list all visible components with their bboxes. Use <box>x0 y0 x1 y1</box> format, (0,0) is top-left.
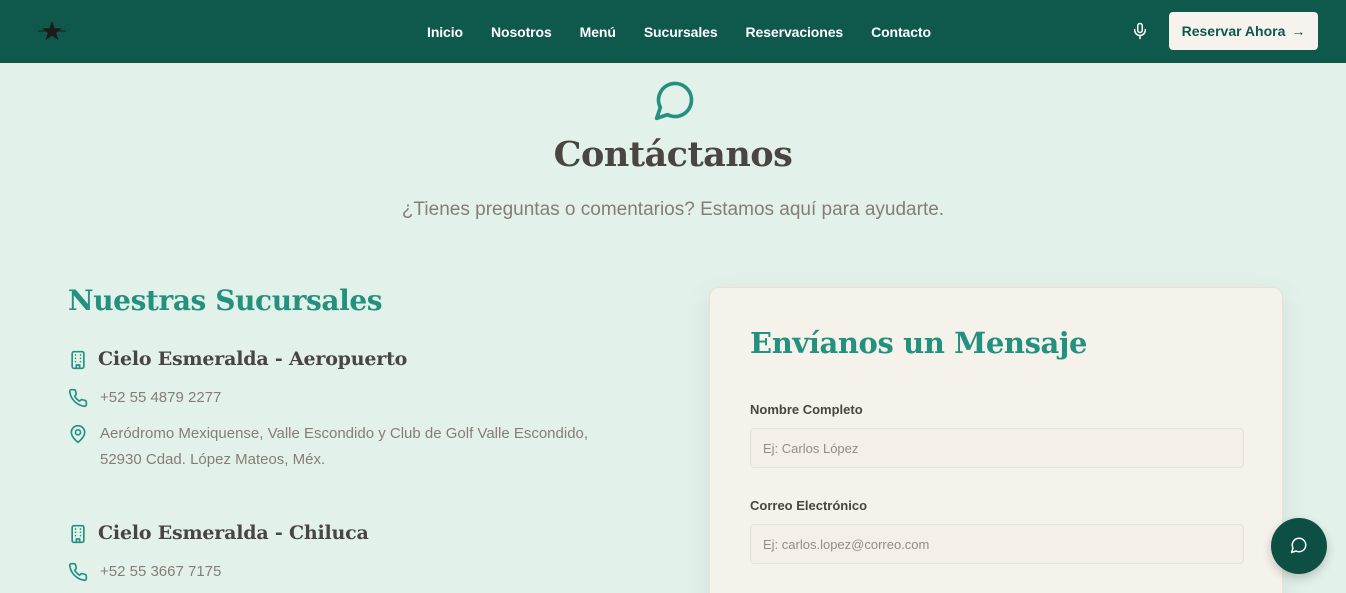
form-title: Envíanos un Mensaje <box>750 326 1088 360</box>
branch-address-line: 52930 Cdad. López Mateos, Méx. <box>100 451 326 468</box>
arrow-right-icon: → <box>1291 23 1306 39</box>
chat-icon <box>1290 536 1308 557</box>
page-subtitle: ¿Tienes preguntas o comentarios? Estamos… <box>401 199 945 220</box>
microphone-icon[interactable] <box>1131 22 1149 40</box>
building-icon <box>68 350 88 370</box>
map-pin-icon <box>68 424 88 444</box>
branch-address: Aeródromo Mexiquense, Valle Escondido y … <box>100 421 588 473</box>
reservar-ahora-label: Reservar Ahora <box>1181 23 1286 39</box>
branch-name: Cielo Esmeralda - Chiluca <box>98 522 369 544</box>
phone-icon <box>68 388 88 408</box>
branch-phone[interactable]: +52 55 3667 7175 <box>100 559 221 585</box>
name-field-label: Nombre Completo <box>750 402 863 417</box>
branch-name: Cielo Esmeralda - Aeropuerto <box>98 348 408 370</box>
email-field[interactable] <box>750 524 1244 564</box>
nav-link-sucursales[interactable]: Sucursales <box>644 24 718 40</box>
nav-link-inicio[interactable]: Inicio <box>427 24 463 40</box>
chat-button[interactable] <box>1271 518 1327 574</box>
chat-bubble-icon <box>653 78 697 122</box>
phone-icon <box>68 562 88 582</box>
branches-title: Nuestras Sucursales <box>68 284 383 317</box>
nav-link-contacto[interactable]: Contacto <box>871 24 931 40</box>
reservar-ahora-button[interactable]: Reservar Ahora → <box>1169 12 1318 50</box>
name-field[interactable] <box>750 428 1244 468</box>
page-title: Contáctanos <box>553 134 793 175</box>
star-logo-icon[interactable] <box>36 18 68 44</box>
nav-link-nosotros[interactable]: Nosotros <box>491 24 552 40</box>
nav-link-reservaciones[interactable]: Reservaciones <box>746 24 844 40</box>
building-icon <box>68 524 88 544</box>
contact-form-card: Envíanos un Mensaje Nombre Completo Corr… <box>709 287 1283 593</box>
navbar: Inicio Nosotros Menú Sucursales Reservac… <box>0 0 1346 63</box>
branch-address-line: Aeródromo Mexiquense, Valle Escondido y … <box>100 425 589 442</box>
branch-phone[interactable]: +52 55 4879 2277 <box>100 385 221 411</box>
email-field-label: Correo Electrónico <box>750 498 868 513</box>
nav-link-menu[interactable]: Menú <box>580 24 616 40</box>
